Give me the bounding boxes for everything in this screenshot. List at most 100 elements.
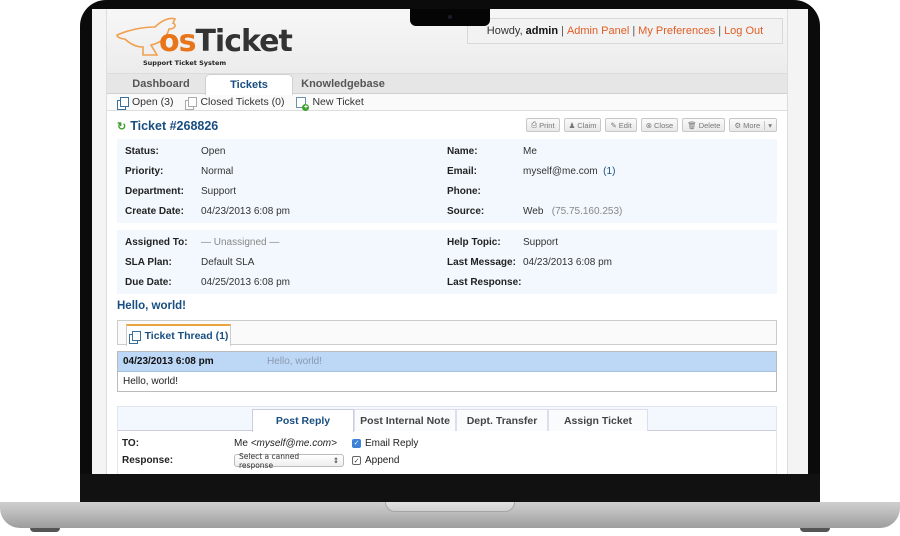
my-preferences-link[interactable]: My Preferences xyxy=(638,25,715,37)
ticket-assignment-info: Assigned To: — Unassigned — Help Topic: Su… xyxy=(117,230,777,294)
greeting: Howdy, xyxy=(486,25,523,37)
button-label: More xyxy=(743,120,761,130)
camera-icon xyxy=(448,15,452,19)
ticket-info: Status: Open Name: Me Priority: Normal Emai… xyxy=(117,139,777,223)
user-bar: Howdy, admin | Admin Panel | My Preferen… xyxy=(467,18,783,44)
claim-button[interactable]: ♟ Claim xyxy=(563,118,602,132)
laptop-foot xyxy=(30,528,60,532)
gear-icon: ⚙ xyxy=(734,120,742,130)
sub-nav: Open (3) Closed Tickets (0) New Ticket xyxy=(107,94,787,111)
canned-response-select[interactable]: Select a canned response ⇕ xyxy=(234,451,344,470)
edit-button[interactable]: ✎ Edit xyxy=(605,118,637,132)
close-circle-icon: ⊗ xyxy=(645,120,652,130)
last-response-label: Last Response: xyxy=(447,276,522,288)
select-arrows-icon: ⇕ xyxy=(332,456,339,465)
tab-post-internal-note[interactable]: Post Internal Note xyxy=(354,409,456,431)
help-topic-label: Help Topic: xyxy=(447,236,501,248)
assigned-to-value: — Unassigned — xyxy=(201,236,280,248)
subnav-label: New Ticket xyxy=(312,96,364,108)
name-label: Name: xyxy=(447,145,478,157)
new-document-icon xyxy=(296,96,310,111)
screen: osTicket Support Ticket System Howdy, ad… xyxy=(92,9,808,474)
email-reply-toggle[interactable]: ✓ Email Reply xyxy=(352,438,418,449)
phone-label: Phone: xyxy=(447,185,481,197)
reply-panel: Post Reply Post Internal Note Dept. Tran… xyxy=(117,406,777,474)
create-date-value: 04/23/2013 6:08 pm xyxy=(201,205,290,217)
trash-icon: 🗑 xyxy=(687,120,697,130)
email-label: Email: xyxy=(447,165,478,177)
info-row: Priority: Normal Email: myself@me.com (1) xyxy=(125,161,769,181)
tab-knowledgebase[interactable]: Knowledgebase xyxy=(293,74,393,94)
thread-entry-date: 04/23/2013 6:08 pm xyxy=(123,356,214,367)
ticket-number[interactable]: Ticket #268826 xyxy=(130,119,218,133)
logo-wordmark: osTicket xyxy=(159,24,293,59)
documents-icon xyxy=(117,96,129,110)
tab-assign-ticket[interactable]: Assign Ticket xyxy=(548,409,648,431)
thread-entry-title: Hello, world! xyxy=(267,356,323,367)
subnav-label: Closed Tickets (0) xyxy=(200,96,285,108)
priority-value: Normal xyxy=(201,165,234,177)
subnav-closed-tickets[interactable]: Closed Tickets (0) xyxy=(185,96,285,110)
tab-dept-transfer[interactable]: Dept. Transfer xyxy=(456,409,548,431)
thread-entry-header[interactable]: 04/23/2013 6:08 pm Hello, world! xyxy=(118,352,776,372)
email-ticket-count[interactable]: (1) xyxy=(603,166,615,177)
append-toggle[interactable]: ✓ Append xyxy=(352,455,399,466)
ticket-subject: Hello, world! xyxy=(117,300,186,312)
thread-tabs: Ticket Thread (1) xyxy=(117,320,777,346)
info-row: Due Date: 04/25/2013 6:08 pm Last Respons… xyxy=(125,272,769,292)
assigned-to-label: Assigned To: xyxy=(125,236,188,248)
last-message-label: Last Message: xyxy=(447,256,516,268)
more-button[interactable]: ⚙ More ▾ xyxy=(729,118,777,132)
name-value: Me xyxy=(523,145,537,157)
tab-ticket-thread[interactable]: Ticket Thread (1) xyxy=(126,324,231,346)
reply-tabs: Post Reply Post Internal Note Dept. Tran… xyxy=(118,407,776,432)
button-label: Claim xyxy=(577,120,597,130)
sla-plan-label: SLA Plan: xyxy=(125,256,172,268)
print-button[interactable]: ⎙ Print xyxy=(526,118,560,132)
lid-opening-notch xyxy=(385,502,515,512)
delete-button[interactable]: 🗑 Delete xyxy=(682,118,726,132)
email-value: myself@me.com xyxy=(523,165,598,177)
separator: | xyxy=(561,25,564,37)
response-label: Response: xyxy=(122,455,174,466)
to-label: TO: xyxy=(122,438,140,449)
logo-os: os xyxy=(159,24,196,59)
info-row: Status: Open Name: Me xyxy=(125,141,769,161)
osticket-page: osTicket Support Ticket System Howdy, ad… xyxy=(106,9,788,474)
info-row: Create Date: 04/23/2013 6:08 pm Source: We… xyxy=(125,201,769,221)
tab-post-reply[interactable]: Post Reply xyxy=(252,409,354,432)
subnav-label: Open (3) xyxy=(132,96,174,108)
thread-entry-body: Hello, world! xyxy=(118,372,776,391)
bezel-chin xyxy=(80,474,820,502)
logo-subtitle: Support Ticket System xyxy=(143,59,227,67)
sla-plan-value: Default SLA xyxy=(201,256,255,268)
select-value: Select a canned response xyxy=(239,451,300,470)
button-label: Delete xyxy=(698,120,721,130)
osticket-logo[interactable]: osTicket Support Ticket System xyxy=(113,13,293,67)
printer-icon: ⎙ xyxy=(531,120,538,129)
log-out-link[interactable]: Log Out xyxy=(724,25,763,37)
append-checkbox[interactable]: ✓ xyxy=(352,456,361,465)
email-reply-label: Email Reply xyxy=(365,438,419,449)
create-date-label: Create Date: xyxy=(125,205,184,217)
info-row: Department: Support Phone: xyxy=(125,181,769,201)
refresh-icon[interactable]: ↻ xyxy=(117,120,126,133)
tab-dashboard[interactable]: Dashboard xyxy=(117,74,205,94)
chevron-down-icon[interactable]: ▾ xyxy=(764,120,772,130)
thread-entry: 04/23/2013 6:08 pm Hello, world! Hello, … xyxy=(117,351,777,392)
status-label: Status: xyxy=(125,145,159,157)
email-reply-checkbox[interactable]: ✓ xyxy=(352,439,361,448)
to-recipient: Me <myself@me.com> xyxy=(234,438,352,449)
thread-tab-label: Ticket Thread (1) xyxy=(144,330,229,342)
tab-tickets[interactable]: Tickets xyxy=(205,74,293,95)
main-nav: Dashboard Tickets Knowledgebase xyxy=(107,74,787,95)
to-row: TO: Me <myself@me.com> ✓ Email Reply xyxy=(118,435,776,452)
user-icon: ♟ xyxy=(568,120,576,130)
admin-panel-link[interactable]: Admin Panel xyxy=(567,25,629,37)
edit-icon: ✎ xyxy=(610,120,617,130)
close-button[interactable]: ⊗ Close xyxy=(640,118,679,132)
subnav-new-ticket[interactable]: New Ticket xyxy=(296,96,364,111)
subnav-open-tickets[interactable]: Open (3) xyxy=(117,96,174,110)
info-row: Assigned To: — Unassigned — Help Topic: Su… xyxy=(125,232,769,252)
separator: | xyxy=(718,25,722,37)
